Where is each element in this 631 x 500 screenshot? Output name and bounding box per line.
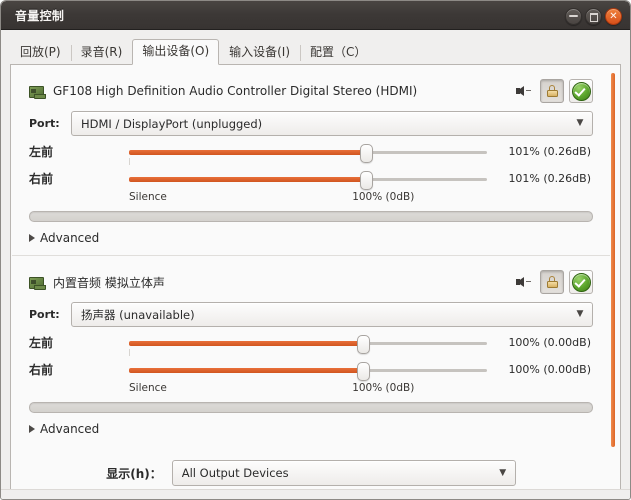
port-label: Port: [29,308,60,321]
port-label: Port: [29,117,60,130]
channel-label: 右前 [29,172,54,186]
volume-scale: Silence 100% (0dB) [129,381,489,397]
volume-slider-front-right[interactable] [129,361,487,381]
slider-handle[interactable] [360,170,374,190]
window-bottom-strip [1,489,630,499]
scrollbar-thumb[interactable] [611,73,615,447]
scale-base-label: 100% (0dB) [352,382,415,394]
slider-fill [129,340,362,346]
chevron-down-icon: ▼ [576,118,584,128]
channel-row-front-left: 左前 101% (0.26dB) [29,140,593,165]
slider-fill [129,149,366,155]
notebook: 回放(P) 录音(R) 输出设备(O) 输入设备(I) 配置（C） [1,30,630,65]
volume-slider-front-left[interactable] [129,334,487,356]
chevron-right-icon [29,234,35,242]
slider-fill [129,367,362,373]
volume-slider-front-right[interactable] [129,170,487,190]
channel-value: 100% (0.00dB) [508,336,591,349]
volume-slider-front-left[interactable] [129,143,487,165]
channel-row-front-right: 右前 100% (0.00dB) [29,358,593,381]
port-select[interactable]: HDMI / DisplayPort (unplugged) ▼ [71,111,593,136]
advanced-expander[interactable]: Advanced [29,231,593,245]
channel-value: 101% (0.26dB) [508,145,591,158]
channel-row-front-left: 左前 100% (0.00dB) [29,331,593,356]
tab-output-devices[interactable]: 输出设备(O) [132,39,220,65]
titlebar: 音量控制 ✕ [1,1,630,30]
window-buttons: ✕ [565,8,622,25]
vertical-scrollbar[interactable] [609,69,617,492]
scale-min-label: Silence [129,382,167,394]
lock-icon [545,275,559,289]
tab-recording[interactable]: 录音(R) [70,40,133,65]
output-devices-pane: GF108 High Definition Audio Controller D… [10,65,621,497]
sound-card-icon [29,84,46,99]
show-filter-label: 显示(h)： [106,466,162,481]
slider-fill [129,176,366,182]
show-filter-select[interactable]: All Output Devices ▼ [171,460,516,486]
chevron-down-icon: ▼ [576,309,584,319]
green-check-icon [571,272,591,292]
tab-strip: 回放(P) 录音(R) 输出设备(O) 输入设备(I) 配置（C） [10,38,621,65]
chevron-down-icon: ▼ [499,467,507,478]
set-default-device-button[interactable] [569,79,593,103]
peak-level-meter [29,211,593,222]
close-button[interactable]: ✕ [605,8,622,25]
peak-level-meter [29,402,593,413]
device-header: 内置音频 模拟立体声 [29,270,593,294]
show-filter-row: 显示(h)： All Output Devices ▼ [11,460,611,486]
green-check-icon [571,81,591,101]
slider-handle[interactable] [356,334,370,354]
channel-value: 100% (0.00dB) [508,363,591,376]
window-title: 音量控制 [15,8,65,23]
lock-volume-button[interactable] [540,270,564,294]
volume-scale: Silence 100% (0dB) [129,190,489,206]
device-name: 内置音频 模拟立体声 [53,275,165,290]
speaker-icon[interactable] [515,82,533,100]
scale-base-label: 100% (0dB) [352,191,415,203]
channel-label: 左前 [29,145,54,159]
port-row: Port: 扬声器 (unavailable) ▼ [29,302,593,327]
show-filter-value: All Output Devices [181,466,289,480]
channel-label: 左前 [29,336,54,350]
sound-card-icon [29,275,46,290]
tab-input-devices[interactable]: 输入设备(I) [219,40,300,65]
advanced-label: Advanced [40,422,100,436]
volume-control-window: 音量控制 ✕ 回放(P) 录音(R) 输出设备(O) 输入设备(I) 配置（C） [0,0,631,500]
scale-min-label: Silence [129,191,167,203]
advanced-label: Advanced [40,231,100,245]
device-header-actions [515,79,593,103]
device-card-hdmi: GF108 High Definition Audio Controller D… [11,65,611,255]
device-card-internal-audio: 内置音频 模拟立体声 Port: 扬声器 (unavailable) ▼ 左前 … [11,256,611,446]
maximize-button[interactable] [585,8,602,25]
tab-configuration[interactable]: 配置（C） [300,40,376,65]
device-header-actions [515,270,593,294]
tab-playback[interactable]: 回放(P) [10,40,71,65]
device-header: GF108 High Definition Audio Controller D… [29,79,593,103]
port-select[interactable]: 扬声器 (unavailable) ▼ [71,302,593,327]
channel-label: 右前 [29,363,54,377]
slider-handle[interactable] [356,361,370,381]
lock-icon [545,84,559,98]
device-name: GF108 High Definition Audio Controller D… [53,84,418,98]
port-select-value: HDMI / DisplayPort (unplugged) [81,116,263,131]
chevron-right-icon [29,425,35,433]
channel-row-front-right: 右前 101% (0.26dB) [29,167,593,190]
port-select-value: 扬声器 (unavailable) [81,307,195,322]
lock-volume-button[interactable] [540,79,564,103]
devices-list: GF108 High Definition Audio Controller D… [11,65,611,486]
advanced-expander[interactable]: Advanced [29,422,593,436]
speaker-icon[interactable] [515,273,533,291]
minimize-button[interactable] [565,8,582,25]
slider-handle[interactable] [360,143,374,163]
channel-value: 101% (0.26dB) [508,172,591,185]
set-default-device-button[interactable] [569,270,593,294]
port-row: Port: HDMI / DisplayPort (unplugged) ▼ [29,111,593,136]
